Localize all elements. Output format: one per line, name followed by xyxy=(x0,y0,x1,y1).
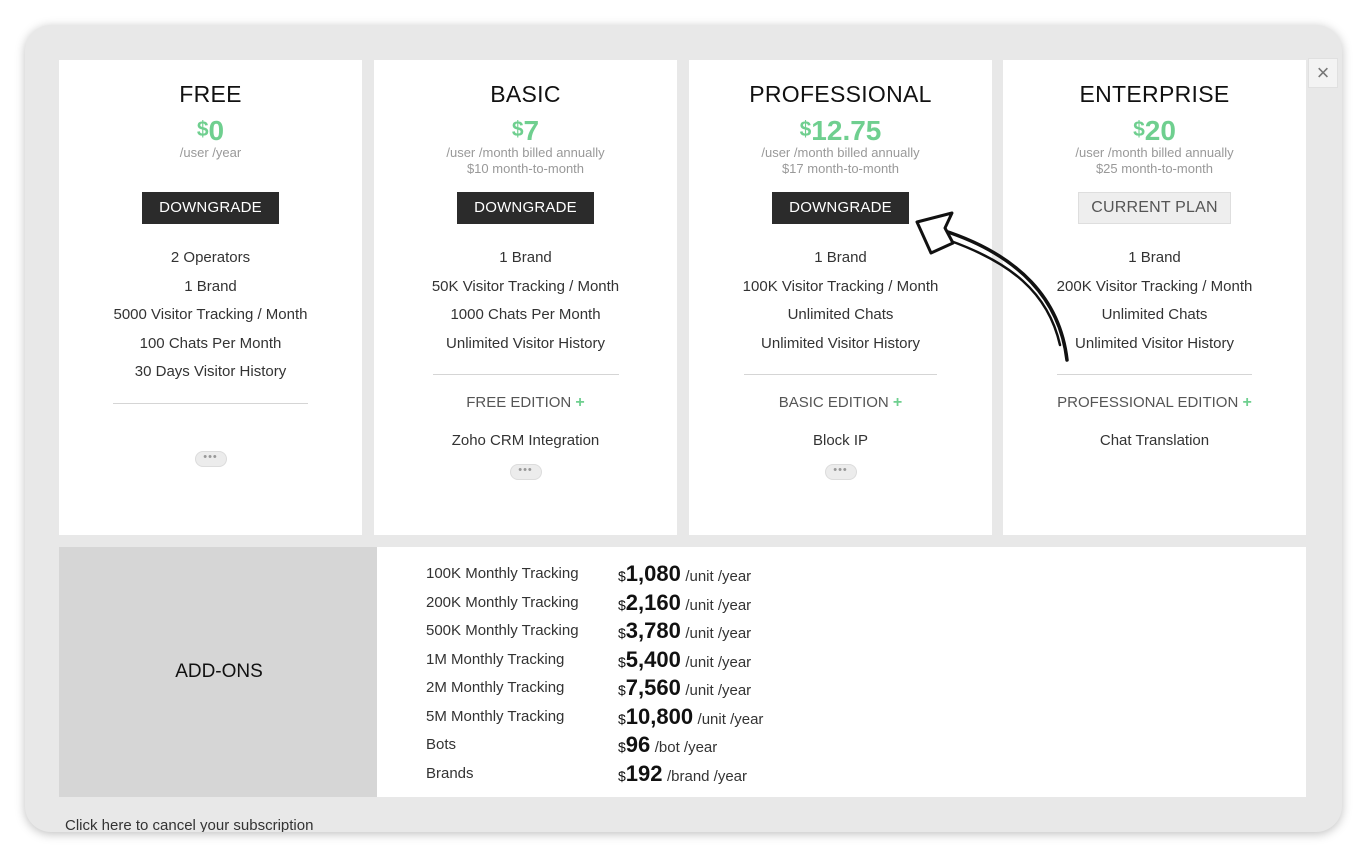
feature-item: 200K Visitor Tracking / Month xyxy=(1056,277,1253,295)
plan-card-basic: BASIC $7 /user /month billed annually $10… xyxy=(374,60,677,535)
addon-name: Brands xyxy=(426,764,474,782)
feature-list: 2 Operators 1 Brand 5000 Visitor Trackin… xyxy=(59,244,362,387)
plan-name: BASIC xyxy=(490,81,561,107)
feature-item: 100 Chats Per Month xyxy=(139,334,282,352)
addon-price: $7,560 /unit /year xyxy=(618,675,752,700)
feature-item: 50K Visitor Tracking / Month xyxy=(431,277,620,295)
plan-billing-note: /user /month billed annually $10 month-to… xyxy=(446,145,605,176)
feature-item: 30 Days Visitor History xyxy=(134,363,287,380)
current-plan-badge: CURRENT PLAN xyxy=(1078,192,1231,224)
feature-item: 1 Brand xyxy=(184,277,237,295)
divider xyxy=(113,402,308,404)
addon-price: $3,780 /unit /year xyxy=(618,618,752,643)
plan-price: $7 xyxy=(511,115,540,146)
more-features-button[interactable]: ••• xyxy=(824,464,857,480)
addon-price: $5,400 /unit /year xyxy=(618,646,752,672)
downgrade-button[interactable]: DOWNGRADE xyxy=(457,192,594,224)
addons-label-panel: ADD-ONS xyxy=(59,547,379,797)
plan-price: $20 xyxy=(1133,115,1176,146)
addon-name: 5M Monthly Tracking xyxy=(426,707,565,725)
addon-price: $192 /brand /year xyxy=(618,760,748,786)
zigzag-edge xyxy=(371,547,377,797)
feature-list: 1 Brand 200K Visitor Tracking / Month Un… xyxy=(1003,244,1306,358)
extra-feature: Block IP xyxy=(812,432,869,449)
divider xyxy=(432,374,619,375)
feature-item: Unlimited Visitor History xyxy=(446,334,605,352)
plan-billing-note: /user /month billed annually $17 month-to… xyxy=(761,145,920,176)
extra-feature: Chat Translation xyxy=(1099,432,1210,449)
feature-item: Unlimited Visitor History xyxy=(761,334,920,352)
feature-item: Unlimited Chats xyxy=(787,306,894,323)
plus-icon: + xyxy=(1242,394,1252,411)
feature-list: 1 Brand 50K Visitor Tracking / Month 100… xyxy=(374,244,677,358)
addon-name: 1M Monthly Tracking xyxy=(426,650,565,668)
feature-item: 5000 Visitor Tracking / Month xyxy=(113,306,308,323)
addon-price: $10,800 /unit /year xyxy=(618,703,764,729)
feature-item: 2 Operators xyxy=(170,249,251,266)
feature-item: 1000 Chats Per Month xyxy=(450,306,601,323)
addon-name: 100K Monthly Tracking xyxy=(426,565,579,582)
feature-item: 1 Brand xyxy=(1128,249,1181,266)
pricing-modal: × FREE $0 /user /year DOWNGRADE 2 Operat… xyxy=(25,25,1342,832)
addon-name: 200K Monthly Tracking xyxy=(426,593,579,611)
plan-card-enterprise: ENTERPRISE $20 /user /month billed annua… xyxy=(1003,60,1306,535)
addons-list: 100K Monthly Tracking $1,080 /unit /year… xyxy=(371,547,1306,797)
divider xyxy=(744,374,937,375)
feature-item: Unlimited Chats xyxy=(1101,306,1208,323)
feature-item: 1 Brand xyxy=(814,249,867,266)
plan-card-free: FREE $0 /user /year DOWNGRADE 2 Operator… xyxy=(59,60,362,535)
plan-billing-note: /user /year xyxy=(179,145,242,160)
feature-list: 1 Brand 100K Visitor Tracking / Month Un… xyxy=(689,244,992,358)
plan-billing-note: /user /month billed annually $25 month-to… xyxy=(1075,145,1234,176)
addon-price: $1,080 /unit /year xyxy=(618,561,752,586)
downgrade-button[interactable]: DOWNGRADE xyxy=(142,192,279,224)
cancel-subscription-line: Click here to cancel your subscription xyxy=(65,817,314,832)
downgrade-button[interactable]: DOWNGRADE xyxy=(772,192,909,224)
plan-name: PROFESSIONAL xyxy=(749,81,932,107)
plan-name: FREE xyxy=(179,81,242,107)
extra-feature: Zoho CRM Integration xyxy=(451,432,600,449)
addon-name: Bots xyxy=(426,736,457,753)
plan-price: $0 xyxy=(196,115,225,146)
cancel-subscription-link[interactable]: Click here xyxy=(65,817,132,832)
plan-name: ENTERPRISE xyxy=(1079,81,1230,107)
feature-item: 1 Brand xyxy=(499,249,552,266)
plus-icon: + xyxy=(575,394,585,411)
edition-includes: PROFESSIONAL EDITION + xyxy=(1057,394,1252,411)
edition-includes: FREE EDITION + xyxy=(466,394,585,411)
addon-name: 2M Monthly Tracking xyxy=(426,679,565,696)
addon-price: $2,160 /unit /year xyxy=(618,589,752,615)
more-features-button[interactable]: ••• xyxy=(194,450,227,467)
feature-item: Unlimited Visitor History xyxy=(1075,334,1234,352)
divider xyxy=(1057,374,1252,375)
feature-item: 100K Visitor Tracking / Month xyxy=(742,277,939,295)
addon-price: $96 /bot /year xyxy=(618,732,718,757)
addons-title: ADD-ONS xyxy=(175,661,263,682)
plus-icon: + xyxy=(892,394,903,411)
addon-name: 500K Monthly Tracking xyxy=(426,622,579,639)
edition-includes: BASIC EDITION + xyxy=(778,394,903,411)
plan-card-professional: PROFESSIONAL $12.75 /user /month billed … xyxy=(689,60,992,535)
plan-price: $12.75 xyxy=(799,115,882,146)
more-features-button[interactable]: ••• xyxy=(509,464,542,480)
close-button[interactable]: × xyxy=(1308,58,1338,88)
